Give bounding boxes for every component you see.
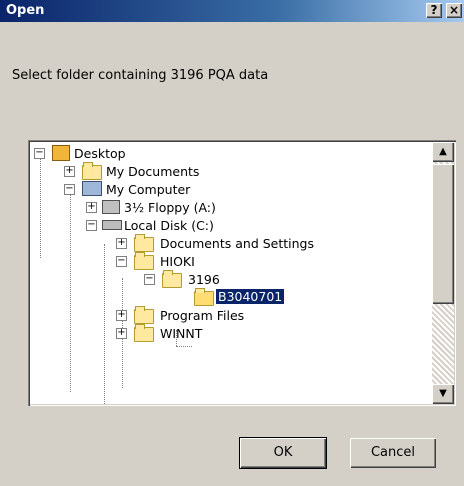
folder-icon <box>134 252 154 270</box>
title-bar: Open ? × <box>0 0 464 22</box>
tree-item-floppy[interactable]: + 3½ Floppy (A:) <box>86 198 246 216</box>
tree-line <box>40 158 41 258</box>
tree-label: HIOKI <box>160 254 195 269</box>
tree-item-hioki[interactable]: − HIOKI <box>116 252 256 270</box>
collapse-icon[interactable]: − <box>34 148 45 159</box>
expand-icon[interactable]: + <box>116 238 127 249</box>
tree-item-documents-and-settings[interactable]: + Documents and Settings <box>116 234 376 252</box>
tree-label-selected: B3040701 <box>214 288 286 305</box>
tree-item-desktop[interactable]: − Desktop <box>34 144 154 162</box>
cancel-button[interactable]: Cancel <box>350 438 436 468</box>
tree-label: Desktop <box>74 146 126 161</box>
open-folder-icon <box>194 288 214 306</box>
close-button[interactable]: × <box>446 3 462 18</box>
folder-icon <box>162 270 182 288</box>
tree-label: WINNT <box>160 326 203 341</box>
tree-item-program-files[interactable]: + Program Files <box>116 306 296 324</box>
vertical-scrollbar[interactable]: ▲ ▼ <box>432 142 454 404</box>
folder-icon <box>134 306 154 324</box>
ok-button[interactable]: OK <box>239 437 327 469</box>
tree-label: Local Disk (C:) <box>124 218 214 233</box>
tree-item-winnt[interactable]: + WINNT <box>116 324 276 342</box>
tree-label: My Computer <box>106 182 191 197</box>
floppy-drive-icon <box>102 200 120 214</box>
expand-icon[interactable]: + <box>116 310 127 321</box>
tree-line <box>104 244 105 404</box>
tree-label: Documents and Settings <box>160 236 315 251</box>
tree-line <box>176 346 192 347</box>
tree-item-b3040701[interactable]: B3040701 <box>192 288 332 306</box>
computer-icon <box>82 181 102 196</box>
expand-icon[interactable]: + <box>86 202 97 213</box>
collapse-icon[interactable]: − <box>116 256 127 267</box>
hard-disk-icon <box>102 220 122 230</box>
tree-label: My Documents <box>106 164 200 179</box>
tree-label: 3½ Floppy (A:) <box>124 200 216 215</box>
folder-icon <box>134 234 154 252</box>
folder-icon <box>82 162 102 180</box>
folder-icon <box>134 324 154 342</box>
desktop-icon <box>52 145 70 161</box>
expand-icon[interactable]: + <box>64 166 75 177</box>
help-button[interactable]: ? <box>426 3 442 18</box>
tree-label: 3196 <box>188 272 220 287</box>
scroll-up-button[interactable]: ▲ <box>432 142 454 162</box>
prompt-text: Select folder containing 3196 PQA data <box>12 68 269 83</box>
folder-tree[interactable]: − Desktop + My Documents − My Computer +… <box>28 140 456 406</box>
window-title: Open <box>6 3 45 18</box>
tree-line <box>70 192 71 392</box>
collapse-icon[interactable]: − <box>86 220 97 231</box>
tree-item-local-disk[interactable]: − Local Disk (C:) <box>86 216 266 234</box>
collapse-icon[interactable]: − <box>64 184 75 195</box>
tree-label: Program Files <box>160 308 245 323</box>
expand-icon[interactable]: + <box>116 328 127 339</box>
tree-item-3196[interactable]: − 3196 <box>144 270 264 288</box>
scroll-thumb[interactable] <box>432 164 454 304</box>
collapse-icon[interactable]: − <box>144 274 155 285</box>
scroll-down-button[interactable]: ▼ <box>432 384 454 404</box>
tree-item-my-documents[interactable]: + My Documents <box>64 162 224 180</box>
tree-item-my-computer[interactable]: − My Computer <box>64 180 224 198</box>
